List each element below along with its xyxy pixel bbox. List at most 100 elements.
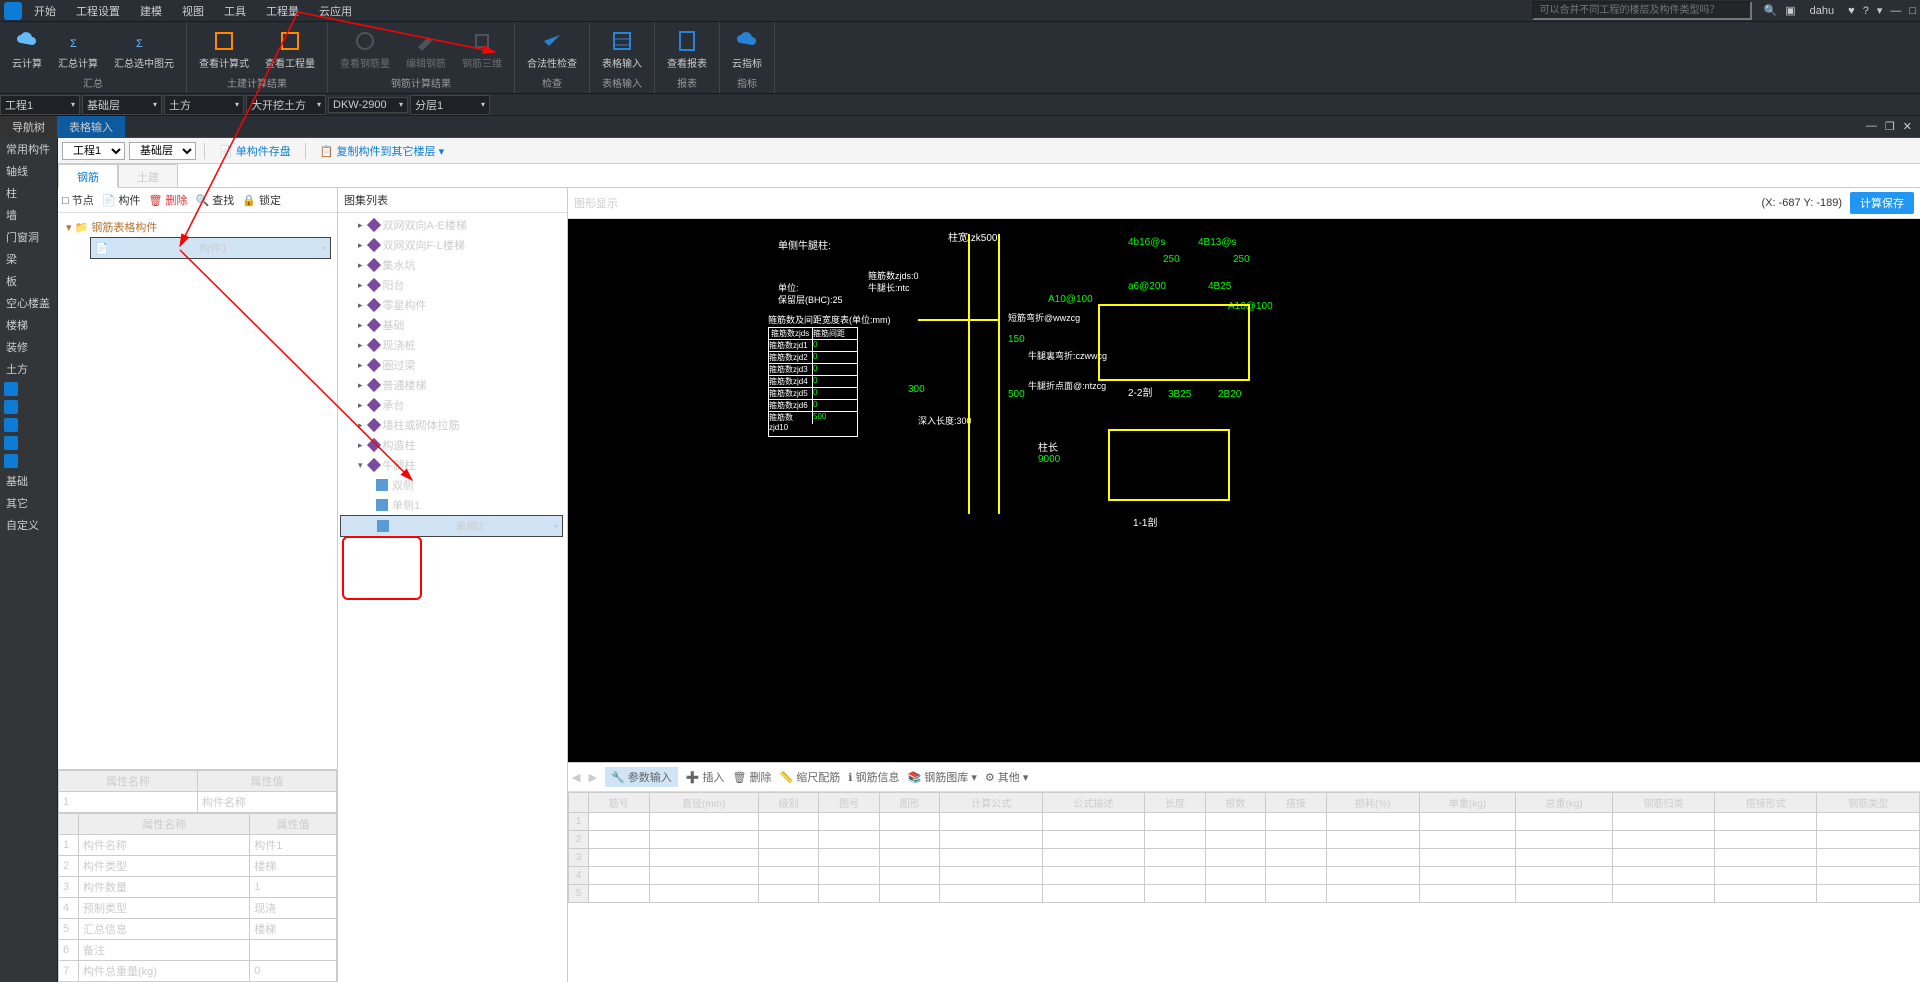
grid-header[interactable]: 级别 [758,793,819,813]
grid-cell[interactable] [1612,813,1714,831]
grid-cell[interactable] [589,849,650,867]
grid-cell[interactable] [1145,813,1206,831]
grid-cell[interactable] [1612,849,1714,867]
prop-value[interactable]: 楼梯 [250,856,337,877]
grid-cell[interactable] [758,867,819,885]
find-button[interactable]: 🔍 查找 [196,192,235,208]
grid-cell[interactable] [1266,831,1327,849]
grid-cell[interactable] [879,849,940,867]
grid-cell[interactable] [879,831,940,849]
tab-construction[interactable]: 土建 [118,164,178,187]
grid-cell[interactable] [1042,849,1144,867]
grid-header[interactable]: 图形 [879,793,940,813]
library-category[interactable]: 集水坑 [340,255,565,275]
grid-header[interactable]: 图号 [819,793,880,813]
project-selector[interactable]: 工程1 [0,95,80,115]
grid-cell[interactable] [940,813,1042,831]
grid-cell[interactable] [1715,885,1817,903]
grid-cell[interactable] [1266,885,1327,903]
insert-button[interactable]: ➕ 插入 [686,769,725,785]
tree-root[interactable]: ▾ 📁 钢筋表格构件 [62,217,333,237]
help-search[interactable] [1532,1,1752,20]
grid-cell[interactable] [758,831,819,849]
sidebar-item-common[interactable]: 常用构件 [0,138,57,160]
lock-button[interactable]: 🔒 锁定 [242,192,281,208]
grid-cell[interactable] [1612,831,1714,849]
menu-view[interactable]: 视图 [178,1,208,21]
sidebar-item-axis[interactable]: 轴线 [0,160,57,182]
library-category[interactable]: 双网双向F-L楼梯 [340,235,565,255]
rebar-info-button[interactable]: ℹ 钢筋信息 [848,769,899,785]
grid-cell[interactable] [940,831,1042,849]
grid-cell[interactable] [1145,867,1206,885]
prop-value[interactable] [250,940,337,961]
validity-check-button[interactable]: 合法性检查 [519,27,585,72]
sub-icon[interactable] [4,454,18,468]
grid-cell[interactable] [649,849,758,867]
skin-icon[interactable]: ▣ [1785,4,1795,17]
grid-cell[interactable] [1326,885,1419,903]
library-category[interactable]: 墙柱或砌体拉筋 [340,415,565,435]
nav-right-icon[interactable]: ▶ [588,771,596,784]
library-category[interactable]: 构造柱 [340,435,565,455]
sub-icon[interactable] [4,382,18,396]
element-selector[interactable]: DKW-2900 [328,97,408,113]
sidebar-item-wall[interactable]: 墙 [0,204,57,226]
floor-selector[interactable]: 基础层 [82,95,162,115]
grid-cell[interactable] [649,813,758,831]
prop-value[interactable]: 0 [250,961,337,982]
view-report-button[interactable]: 查看报表 [659,27,715,72]
sidebar-item-earth[interactable]: 土方 [0,358,57,380]
grid-cell[interactable] [1419,813,1516,831]
library-category[interactable]: 基础 [340,315,565,335]
grid-header[interactable]: 筋号 [589,793,650,813]
add-component-button[interactable]: 📄 构件 [102,192,141,208]
node-button[interactable]: □ 节点 [62,192,94,208]
grid-cell[interactable] [1612,867,1714,885]
panel-close-icon[interactable]: ✕ [1903,120,1912,133]
delete-row-button[interactable]: 🗑 删除 [732,769,771,785]
grid-cell[interactable] [879,867,940,885]
grid-cell[interactable] [879,885,940,903]
grid-cell[interactable] [1817,813,1920,831]
type-selector[interactable]: 大开挖土方 [246,95,326,115]
prop-value[interactable]: 现浇 [250,898,337,919]
grid-cell[interactable] [1145,849,1206,867]
sidebar-item-foundation[interactable]: 基础 [0,470,57,492]
grid-cell[interactable] [1042,867,1144,885]
library-category[interactable]: 牛腿柱 [340,455,565,475]
sub-icon[interactable] [4,436,18,450]
grid-cell[interactable] [1612,885,1714,903]
grid-cell[interactable] [758,813,819,831]
grid-cell[interactable] [1042,831,1144,849]
library-category[interactable]: 阳台 [340,275,565,295]
notify-icon[interactable]: ♥ [1848,5,1855,17]
sub-icon[interactable] [4,400,18,414]
delete-button[interactable]: 🗑 删除 [148,192,187,208]
grid-cell[interactable] [1419,849,1516,867]
minimize-icon[interactable]: — [1890,5,1901,17]
sidebar-item-other[interactable]: 其它 [0,492,57,514]
library-item[interactable]: 单侧2 [340,515,563,537]
view-quantity-button[interactable]: 查看工程量 [257,27,323,72]
grid-cell[interactable] [1817,867,1920,885]
library-item[interactable]: 单侧1 [340,495,565,515]
scale-rebar-button[interactable]: 📏 缩尺配筋 [780,769,841,785]
save-component-button[interactable]: 📄 单构件存盘 [213,141,297,161]
library-category[interactable]: 零星构件 [340,295,565,315]
grid-header[interactable]: 根数 [1205,793,1266,813]
grid-cell[interactable] [819,885,880,903]
sum-calc-button[interactable]: Σ汇总计算 [50,27,106,72]
grid-header[interactable]: 钢筋归类 [1612,793,1714,813]
sidebar-item-beam[interactable]: 梁 [0,248,57,270]
grid-cell[interactable] [1419,831,1516,849]
grid-cell[interactable] [1042,813,1144,831]
library-category[interactable]: 圈过梁 [340,355,565,375]
grid-cell[interactable] [1205,813,1266,831]
grid-cell[interactable] [1715,831,1817,849]
menu-model[interactable]: 建模 [136,1,166,21]
other-button[interactable]: ⚙ 其他 ▾ [985,769,1029,785]
grid-cell[interactable] [1715,813,1817,831]
grid-cell[interactable] [1817,885,1920,903]
table-input-button[interactable]: 表格输入 [594,27,650,72]
